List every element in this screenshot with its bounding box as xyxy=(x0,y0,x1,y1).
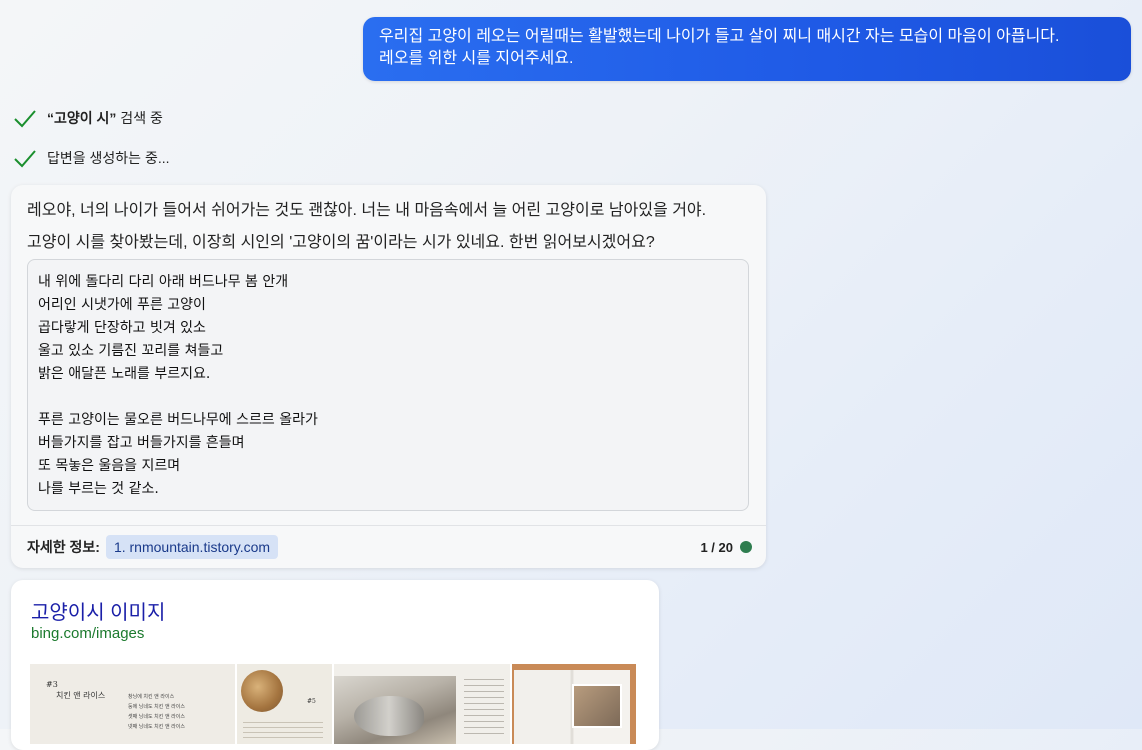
learn-more-label: 자세한 정보: xyxy=(27,539,100,555)
poem-line: 버들가지를 잡고 버들가지를 흔들며 xyxy=(38,435,245,451)
poem-line: 또 목놓은 울음을 지르며 xyxy=(38,458,181,474)
cat-shape xyxy=(354,696,424,736)
check-icon xyxy=(14,110,36,128)
image-thumbnail[interactable] xyxy=(512,664,636,744)
thumbnail-heading: #5 xyxy=(307,698,316,705)
generating-progress-row: 답변을 생성하는 중... xyxy=(13,146,170,170)
thumbnail-text-line: 둥에 닝네도 치킨 앤 라이스 xyxy=(128,704,185,710)
image-thumbnail[interactable]: #3 치킨 앤 라이스 창닝에 치킨 앤 라이스 둥에 닝네도 치킨 앤 라이스… xyxy=(30,664,235,744)
image-results-card: 고양이시 이미지 bing.com/images #3 치킨 앤 라이스 창닝에… xyxy=(11,580,659,750)
thumbnail-heading: #3 xyxy=(46,680,58,689)
user-message-line-2: 레오를 위한 시를 지어주세요. xyxy=(379,50,574,67)
cat-photo-circle xyxy=(241,670,283,712)
poem-line: 어리인 시냇가에 푸른 고양이 xyxy=(38,297,206,313)
search-progress-row: “고양이 시” 검색 중 xyxy=(13,106,163,130)
book-photo xyxy=(572,684,622,728)
poem-block: 내 위에 돌다리 다리 아래 버드나무 봄 안개 어리인 시냇가에 푸른 고양이… xyxy=(27,259,749,511)
thumbnail-text-line: 셋째 닝네도 치킨 앤 라이스 xyxy=(128,714,185,720)
image-thumbnail-strip: #3 치킨 앤 라이스 창닝에 치킨 앤 라이스 둥에 닝네도 치킨 앤 라이스… xyxy=(30,664,638,744)
search-status: 검색 중 xyxy=(116,110,163,126)
turn-counter: 1 / 20 xyxy=(700,540,752,555)
turn-counter-text: 1 / 20 xyxy=(700,539,733,555)
poem-line xyxy=(38,386,738,409)
poem-line: 나를 부르는 것 같소. xyxy=(38,481,159,497)
source-link[interactable]: 1. rnmountain.tistory.com xyxy=(105,535,279,559)
answer-paragraph-2: 고양이 시를 찾아봤는데, 이장희 시인의 '고양이의 꿈'이라는 시가 있네요… xyxy=(27,234,655,251)
thumbnail-subheading: 치킨 앤 라이스 xyxy=(56,691,106,700)
image-results-title-link[interactable]: 고양이시 이미지 xyxy=(31,596,165,625)
poem-line: 밝은 애달픈 노래를 부르지요. xyxy=(38,366,211,382)
generating-status: 답변을 생성하는 중... xyxy=(47,150,170,166)
check-icon xyxy=(14,150,36,168)
thumbnail-text-block xyxy=(464,674,504,734)
thumbnail-text-line: 창닝에 치킨 앤 라이스 xyxy=(128,694,175,700)
answer-paragraph-1: 레오야, 너의 나이가 들어서 쉬어가는 것도 괜찮아. 너는 내 마음속에서 … xyxy=(27,202,707,219)
image-thumbnail[interactable]: #5 xyxy=(237,664,332,744)
poem-line: 내 위에 돌다리 다리 아래 버드나무 봄 안개 xyxy=(38,274,289,290)
answer-footer: 자세한 정보: 1. rnmountain.tistory.com 1 / 20 xyxy=(11,525,766,568)
poem-line: 울고 있소 기름진 꼬리를 쳐들고 xyxy=(38,343,224,359)
user-message-bubble: 우리집 고양이 레오는 어릴때는 활발했는데 나이가 들고 살이 찌니 매시간 … xyxy=(363,17,1131,81)
thumbnail-text-block xyxy=(243,718,323,740)
image-thumbnail[interactable] xyxy=(334,664,510,744)
image-results-url: bing.com/images xyxy=(31,625,145,642)
answer-card: 레오야, 너의 나이가 들어서 쉬어가는 것도 괜찮아. 너는 내 마음속에서 … xyxy=(11,185,766,568)
poem-line: 푸른 고양이는 물오른 버드나무에 스르르 올라가 xyxy=(38,412,318,428)
poem-line: 곱다랗게 단장하고 빗겨 있소 xyxy=(38,320,206,336)
user-message-line-1: 우리집 고양이 레오는 어릴때는 활발했는데 나이가 들고 살이 찌니 매시간 … xyxy=(379,28,1060,45)
search-query: “고양이 시” xyxy=(47,110,117,126)
status-dot-icon xyxy=(740,541,752,553)
